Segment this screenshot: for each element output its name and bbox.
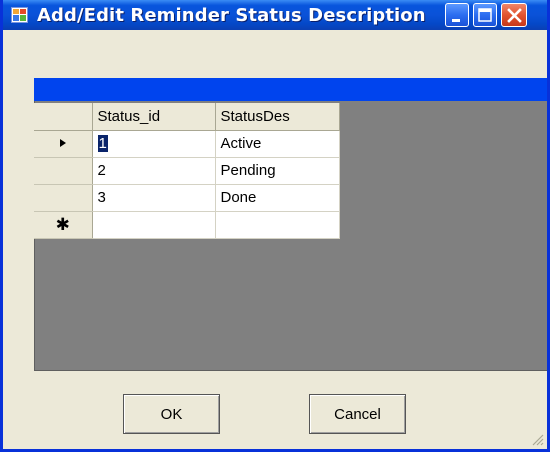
new-row[interactable]: ✱ <box>34 211 340 239</box>
cell-status-id[interactable]: 2 <box>92 157 216 185</box>
cell-status-id[interactable]: 1 <box>92 130 216 158</box>
asterisk-icon: ✱ <box>55 214 70 234</box>
resize-grip-icon[interactable] <box>530 432 544 446</box>
dialog-window: Add/Edit Reminder Status Description Sta… <box>0 0 550 452</box>
maximize-icon <box>478 8 492 22</box>
column-header-status-id[interactable]: Status_id <box>92 103 216 131</box>
table-row[interactable]: 1 Active <box>34 130 340 158</box>
corner-header[interactable] <box>34 103 93 131</box>
status-table[interactable]: Status_id StatusDes 1 Active 2 Pending 3… <box>34 103 340 239</box>
header-row: Status_id StatusDes <box>34 103 340 131</box>
arrow-right-icon <box>59 139 66 147</box>
close-icon <box>507 8 522 23</box>
grid-caption-bar <box>34 78 547 101</box>
cell-status-des[interactable]: Done <box>215 184 340 212</box>
row-header[interactable] <box>34 130 93 158</box>
close-button[interactable] <box>501 3 527 27</box>
minimize-button[interactable] <box>445 3 469 27</box>
ok-button[interactable]: OK <box>123 394 220 434</box>
row-header[interactable]: ✱ <box>34 211 93 239</box>
cell-status-id[interactable]: 3 <box>92 184 216 212</box>
table-row[interactable]: 3 Done <box>34 184 340 212</box>
window-title: Add/Edit Reminder Status Description <box>37 5 426 26</box>
minimize-icon <box>452 19 460 22</box>
cell-new-status-id[interactable] <box>92 211 216 239</box>
cancel-button[interactable]: Cancel <box>309 394 406 434</box>
cell-status-des[interactable]: Active <box>215 130 340 158</box>
cell-status-des[interactable]: Pending <box>215 157 340 185</box>
row-header[interactable] <box>34 184 93 212</box>
maximize-button[interactable] <box>473 3 497 27</box>
row-header[interactable] <box>34 157 93 185</box>
table-row[interactable]: 2 Pending <box>34 157 340 185</box>
app-icon <box>11 7 28 23</box>
cell-new-status-des[interactable] <box>215 211 340 239</box>
column-header-status-des[interactable]: StatusDes <box>215 103 340 131</box>
selected-cell-text[interactable]: 1 <box>97 135 108 152</box>
title-bar[interactable]: Add/Edit Reminder Status Description <box>3 0 547 30</box>
